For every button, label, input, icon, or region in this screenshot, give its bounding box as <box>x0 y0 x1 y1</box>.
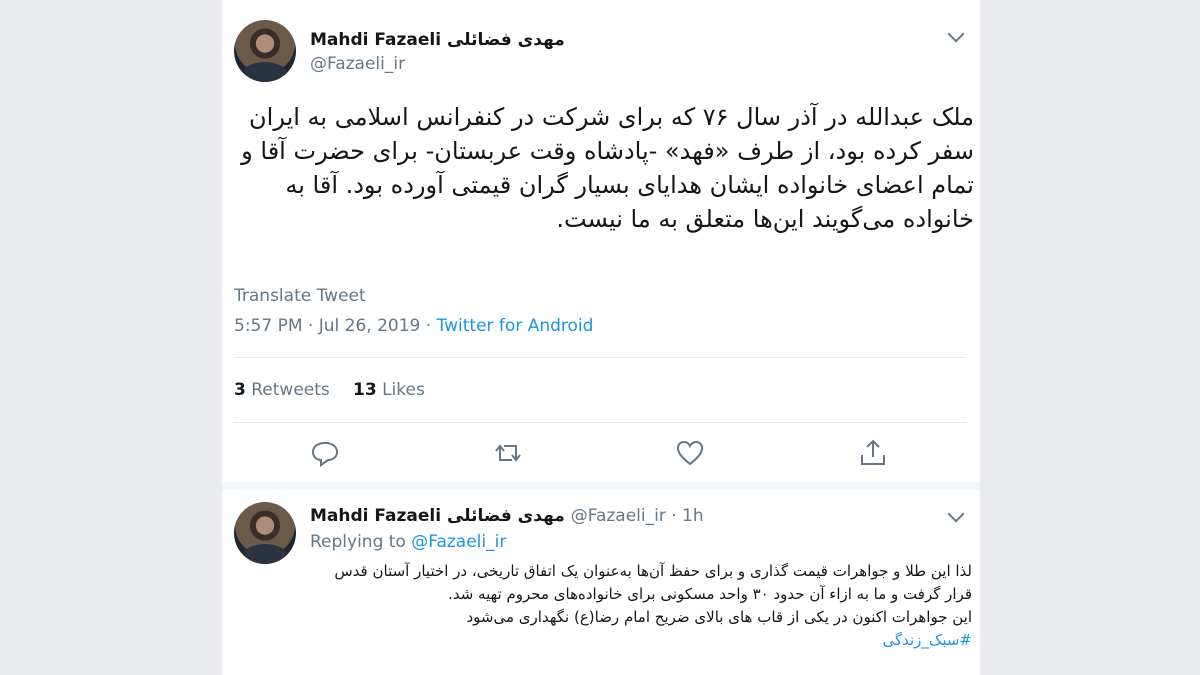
reply-text: لذا این طلا و جواهرات قیمت گذاری و برای … <box>302 560 972 652</box>
chevron-down-icon[interactable] <box>947 505 965 523</box>
heart-icon[interactable] <box>672 435 708 471</box>
divider <box>234 422 966 423</box>
reply-icon[interactable] <box>307 435 343 471</box>
author-name[interactable]: Mahdi Fazaeli مهدی فضائلی <box>310 30 565 50</box>
section-separator <box>222 482 980 490</box>
tweet-card: Mahdi Fazaeli مهدی فضائلی @Fazaeli_ir مل… <box>222 0 980 675</box>
divider <box>234 357 966 358</box>
retweet-icon[interactable] <box>490 435 526 471</box>
chevron-down-icon[interactable] <box>947 25 965 43</box>
avatar[interactable] <box>234 20 296 82</box>
author-handle[interactable]: @Fazaeli_ir <box>310 54 405 74</box>
tweet-timestamp: 5:57 PM · Jul 26, 2019 · Twitter for And… <box>234 316 593 336</box>
likes-stat[interactable]: 13 Likes <box>353 380 425 400</box>
timestamp-text[interactable]: 5:57 PM · Jul 26, 2019 · <box>234 316 437 336</box>
replying-to-link[interactable]: @Fazaeli_ir <box>411 532 506 552</box>
tweet-text: ملک عبدالله در آذر سال ۷۶ که برای شرکت د… <box>241 103 974 233</box>
reply-avatar[interactable] <box>234 502 296 564</box>
reply-author[interactable]: Mahdi Fazaeli مهدی فضائلی @Fazaeli_ir · … <box>310 506 704 526</box>
translate-tweet-link[interactable]: Translate Tweet <box>234 286 366 306</box>
replying-to: Replying to @Fazaeli_ir <box>310 532 507 552</box>
share-icon[interactable] <box>855 435 891 471</box>
hashtag-link[interactable]: #سبک_زندگی <box>302 629 972 652</box>
source-link[interactable]: Twitter for Android <box>437 316 594 336</box>
retweets-stat[interactable]: 3 Retweets <box>234 380 330 400</box>
